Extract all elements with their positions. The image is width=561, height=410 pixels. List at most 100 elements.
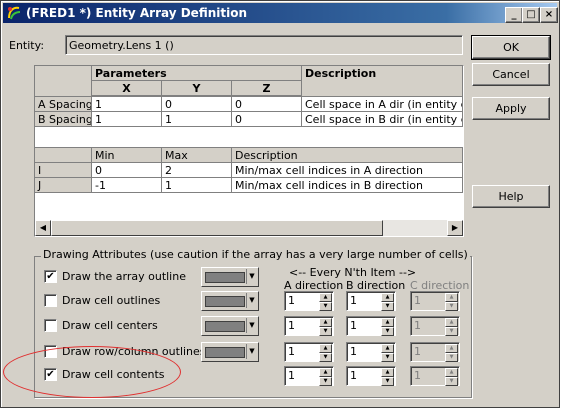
horizontal-scrollbar[interactable]: ◀ ▶ xyxy=(35,220,463,236)
chevron-down-icon: ▼ xyxy=(246,318,257,333)
parameters-grid: Parameters Description X Y Z A Spacing 1… xyxy=(34,65,464,237)
spin-up-icon: ▲ xyxy=(445,293,458,302)
cell-outlines-checkbox[interactable] xyxy=(44,294,57,307)
spin-up-icon[interactable]: ▲ xyxy=(381,368,394,377)
chevron-down-icon: ▼ xyxy=(246,344,257,359)
b-spacing-desc: Cell space in B dir (in entity coord xyxy=(302,112,463,127)
spin-up-icon: ▲ xyxy=(445,368,458,377)
spin-down-icon[interactable]: ▼ xyxy=(381,302,394,311)
j-max[interactable]: 1 xyxy=(162,178,232,193)
spin-down-icon: ▼ xyxy=(445,327,458,336)
maximize-button[interactable]: □ xyxy=(522,7,540,23)
cell-contents-label: Draw cell contents xyxy=(62,368,165,381)
help-button[interactable]: Help xyxy=(472,185,550,208)
cell-contents-checkbox[interactable]: ✔ xyxy=(44,368,57,381)
spin-up-icon[interactable]: ▲ xyxy=(319,368,332,377)
title-bar[interactable]: (FRED1 *) Entity Array Definition _ □ × xyxy=(3,3,558,23)
row-a-spacing-label: A Spacing xyxy=(35,97,92,112)
cell-centers-b-spinner[interactable]: 1 ▲ ▼ xyxy=(346,316,396,336)
spin-up-icon[interactable]: ▲ xyxy=(319,318,332,327)
drawing-attributes-title: Drawing Attributes (use caution if the a… xyxy=(41,248,470,261)
a-spacing-desc: Cell space in A dir (in entity coord xyxy=(302,97,463,112)
cell-contents-a-spinner[interactable]: 1 ▲ ▼ xyxy=(284,366,334,386)
cell-outlines-b-spinner[interactable]: 1 ▲ ▼ xyxy=(346,291,396,311)
j-min[interactable]: -1 xyxy=(92,178,162,193)
row-column-a-spinner[interactable]: 1 ▲ ▼ xyxy=(284,342,334,362)
spin-down-icon: ▼ xyxy=(445,302,458,311)
a-spacing-y[interactable]: 0 xyxy=(162,97,232,112)
close-button[interactable]: × xyxy=(540,7,558,23)
row-j-label: J xyxy=(35,178,92,193)
spin-down-icon[interactable]: ▼ xyxy=(381,377,394,386)
spin-down-icon[interactable]: ▼ xyxy=(381,353,394,362)
cell-outlines-color[interactable]: ▼ xyxy=(201,291,259,311)
col-y-header: Y xyxy=(162,81,232,96)
grid-corner xyxy=(35,66,92,97)
array-outline-checkbox[interactable]: ✔ xyxy=(44,270,57,283)
row-i-label: I xyxy=(35,163,92,178)
spin-down-icon[interactable]: ▼ xyxy=(319,377,332,386)
a-spacing-z[interactable]: 0 xyxy=(232,97,302,112)
row-column-outlines-checkbox[interactable] xyxy=(44,345,57,358)
a-spacing-x[interactable]: 1 xyxy=(92,97,162,112)
scroll-right-icon[interactable]: ▶ xyxy=(447,220,463,236)
chevron-down-icon: ▼ xyxy=(246,293,257,308)
scroll-left-icon[interactable]: ◀ xyxy=(35,220,51,236)
spin-down-icon[interactable]: ▼ xyxy=(381,327,394,336)
apply-button[interactable]: Apply xyxy=(472,97,550,120)
cell-centers-a-spinner[interactable]: 1 ▲ ▼ xyxy=(284,316,334,336)
cell-centers-color[interactable]: ▼ xyxy=(201,316,259,336)
col-z-header: Z xyxy=(232,81,302,96)
window-title: (FRED1 *) Entity Array Definition xyxy=(26,6,248,20)
min-header: Min xyxy=(92,148,162,163)
spin-down-icon[interactable]: ▼ xyxy=(319,302,332,311)
spin-up-icon: ▲ xyxy=(445,318,458,327)
fred-app-icon xyxy=(8,6,21,20)
entity-label: Entity: xyxy=(9,39,45,52)
description-header: Description xyxy=(302,66,463,97)
ok-button[interactable]: OK xyxy=(471,35,551,60)
parameters-header: Parameters xyxy=(92,66,302,81)
spin-up-icon[interactable]: ▲ xyxy=(319,293,332,302)
row-column-outlines-color[interactable]: ▼ xyxy=(201,342,259,362)
row-b-spacing-label: B Spacing xyxy=(35,112,92,127)
every-nth-label: <-- Every N'th Item --> xyxy=(289,266,417,279)
scroll-thumb[interactable] xyxy=(51,220,383,236)
b-spacing-z[interactable]: 0 xyxy=(232,112,302,127)
spin-up-icon[interactable]: ▲ xyxy=(381,318,394,327)
spin-down-icon: ▼ xyxy=(445,377,458,386)
i-max[interactable]: 2 xyxy=(162,163,232,178)
max-header: Max xyxy=(162,148,232,163)
cell-centers-c-spinner: 1 ▲ ▼ xyxy=(410,316,460,336)
spin-up-icon[interactable]: ▲ xyxy=(381,293,394,302)
b-spacing-y[interactable]: 1 xyxy=(162,112,232,127)
cell-outlines-label: Draw cell outlines xyxy=(62,294,161,307)
spin-up-icon[interactable]: ▲ xyxy=(319,344,332,353)
chevron-down-icon: ▼ xyxy=(246,269,257,284)
array-outline-color[interactable]: ▼ xyxy=(201,267,259,287)
entity-array-dialog: (FRED1 *) Entity Array Definition _ □ × … xyxy=(0,0,560,408)
i-desc: Min/max cell indices in A direction xyxy=(232,163,463,178)
i-min[interactable]: 0 xyxy=(92,163,162,178)
cell-contents-b-spinner[interactable]: 1 ▲ ▼ xyxy=(346,366,396,386)
spin-down-icon: ▼ xyxy=(445,353,458,362)
cell-outlines-a-spinner[interactable]: 1 ▲ ▼ xyxy=(284,291,334,311)
col-x-header: X xyxy=(92,81,162,96)
cancel-button[interactable]: Cancel xyxy=(472,63,550,86)
b-spacing-x[interactable]: 1 xyxy=(92,112,162,127)
color-swatch xyxy=(205,347,245,358)
cell-outlines-c-spinner: 1 ▲ ▼ xyxy=(410,291,460,311)
cell-centers-label: Draw cell centers xyxy=(62,319,158,332)
minimize-button[interactable]: _ xyxy=(505,7,523,23)
row-column-c-spinner: 1 ▲ ▼ xyxy=(410,342,460,362)
spin-up-icon: ▲ xyxy=(445,344,458,353)
spin-down-icon[interactable]: ▼ xyxy=(319,353,332,362)
j-desc: Min/max cell indices in B direction xyxy=(232,178,463,193)
cell-centers-checkbox[interactable] xyxy=(44,319,57,332)
range-desc-header: Description xyxy=(232,148,463,163)
color-swatch xyxy=(205,272,245,283)
spin-up-icon[interactable]: ▲ xyxy=(381,344,394,353)
spin-down-icon[interactable]: ▼ xyxy=(319,327,332,336)
grid-spacer xyxy=(35,127,463,148)
row-column-b-spinner[interactable]: 1 ▲ ▼ xyxy=(346,342,396,362)
